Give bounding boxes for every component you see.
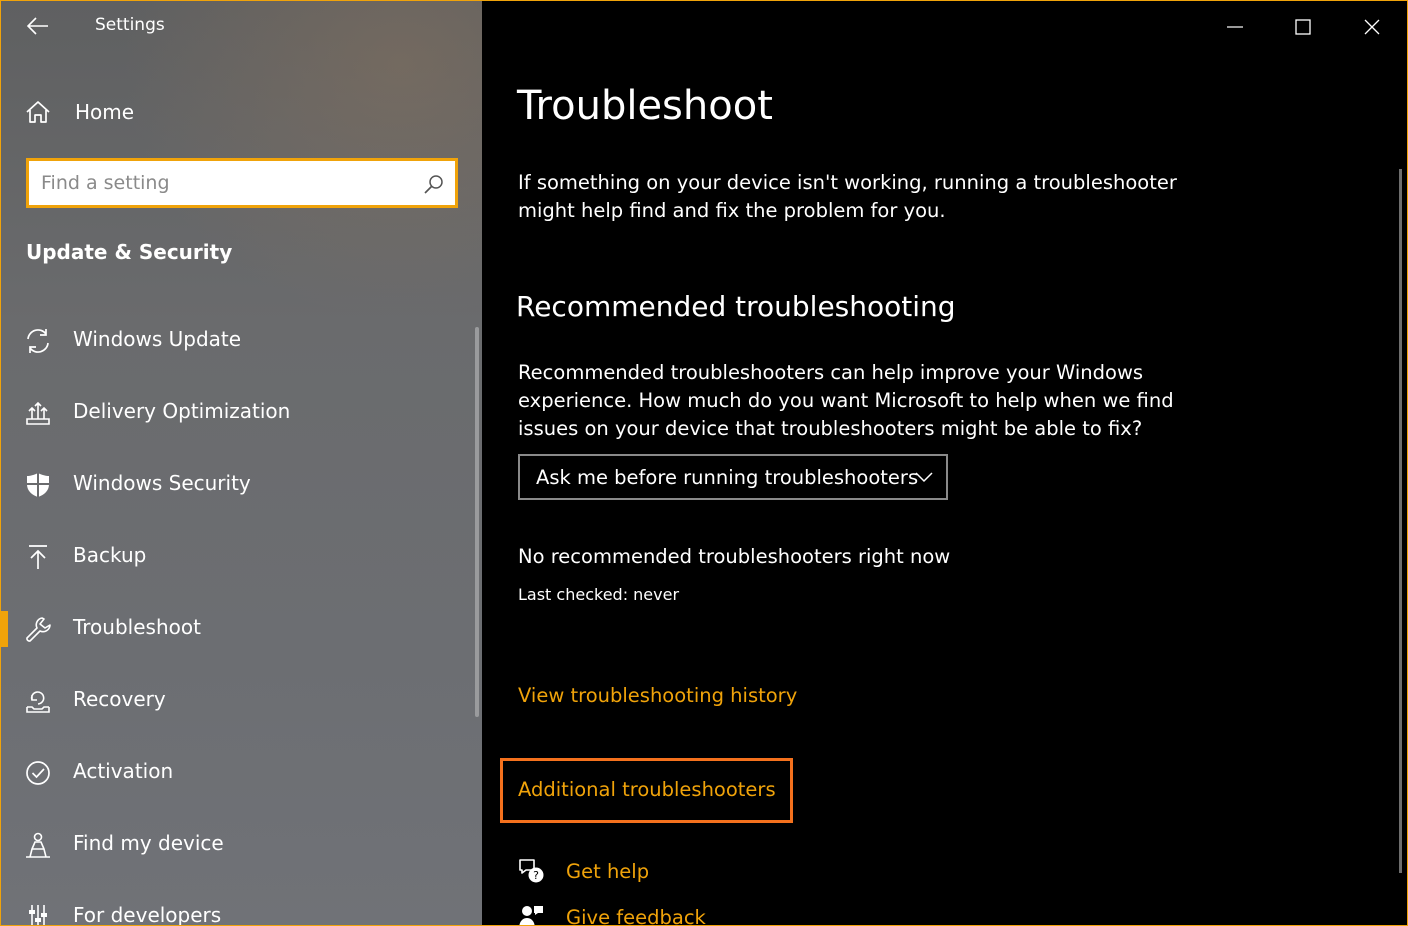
search-icon[interactable] [423, 173, 445, 195]
sidebar-item-label: Recovery [73, 687, 166, 711]
additional-troubleshooters-link[interactable]: Additional troubleshooters [518, 778, 776, 801]
sidebar-item-find-my-device[interactable]: Find my device [1, 809, 482, 881]
home-icon [26, 101, 50, 123]
minimize-icon [1227, 26, 1243, 28]
sidebar-item-label: Find my device [73, 831, 224, 855]
close-icon [1364, 19, 1380, 35]
give-feedback-link[interactable]: Give feedback [566, 906, 706, 926]
sidebar-nav: Windows Update Delivery Optimization Win… [1, 305, 482, 925]
close-button[interactable] [1349, 11, 1395, 43]
feedback-icon [516, 902, 546, 925]
recommended-heading: Recommended troubleshooting [516, 290, 956, 323]
upload-arrow-icon [23, 542, 53, 572]
sidebar-item-label: Home [75, 100, 135, 124]
give-feedback-row[interactable]: Give feedback [516, 899, 706, 926]
back-button[interactable] [23, 11, 53, 41]
maximize-button[interactable] [1280, 11, 1326, 43]
get-help-row[interactable]: ? Get help [516, 853, 649, 889]
window-title: Settings [95, 15, 165, 35]
additional-troubleshooters-highlight: Additional troubleshooters [500, 758, 793, 823]
person-locate-icon [23, 830, 53, 860]
sidebar-item-troubleshoot[interactable]: Troubleshoot [1, 593, 482, 665]
sidebar-item-delivery-optimization[interactable]: Delivery Optimization [1, 377, 482, 449]
recommendation-status: No recommended troubleshooters right now [518, 545, 951, 568]
search-input[interactable] [41, 161, 411, 205]
last-checked-text: Last checked: never [518, 585, 680, 604]
sidebar: Settings Home Update & Security [1, 1, 482, 925]
sidebar-item-label: Delivery Optimization [73, 399, 291, 423]
chevron-down-icon [915, 472, 933, 483]
sidebar-item-label: Backup [73, 543, 147, 567]
sidebar-item-home[interactable]: Home [25, 95, 134, 129]
check-circle-icon [23, 758, 53, 788]
minimize-button[interactable] [1212, 11, 1258, 43]
refresh-icon [23, 326, 53, 356]
page-title: Troubleshoot [517, 83, 773, 129]
intro-text: If something on your device isn't workin… [518, 171, 1177, 222]
back-arrow-icon [27, 17, 48, 35]
sidebar-item-windows-update[interactable]: Windows Update [1, 305, 482, 377]
main-scrollbar[interactable] [1399, 169, 1402, 873]
sidebar-item-label: Windows Update [73, 327, 242, 351]
recovery-icon [23, 686, 53, 716]
sidebar-item-windows-security[interactable]: Windows Security [1, 449, 482, 521]
sidebar-item-label: Windows Security [73, 471, 251, 495]
settings-window: Settings Home Update & Security [0, 0, 1408, 926]
svg-text:?: ? [533, 869, 539, 882]
maximize-icon [1295, 19, 1311, 35]
sidebar-item-activation[interactable]: Activation [1, 737, 482, 809]
section-title: Update & Security [26, 240, 233, 264]
get-help-link[interactable]: Get help [566, 860, 649, 883]
view-history-link[interactable]: View troubleshooting history [518, 684, 797, 707]
developer-sliders-icon [23, 902, 53, 925]
recommended-description: Recommended troubleshooters can help imp… [518, 361, 1174, 440]
chat-help-icon: ? [516, 856, 546, 886]
sidebar-item-label: For developers [73, 903, 222, 925]
troubleshooter-preference-dropdown[interactable]: Ask me before running troubleshooters [518, 454, 948, 500]
sidebar-item-recovery[interactable]: Recovery [1, 665, 482, 737]
search-box[interactable] [26, 158, 458, 208]
dropdown-selected-value: Ask me before running troubleshooters [536, 465, 919, 489]
sidebar-scrollbar[interactable] [475, 327, 479, 717]
sidebar-item-backup[interactable]: Backup [1, 521, 482, 593]
shield-icon [23, 470, 53, 500]
sidebar-item-label: Activation [73, 759, 174, 783]
wrench-icon [23, 614, 53, 644]
delivery-optimization-icon [23, 398, 53, 428]
sidebar-item-label: Troubleshoot [73, 615, 201, 639]
sidebar-item-for-developers[interactable]: For developers [1, 881, 482, 925]
